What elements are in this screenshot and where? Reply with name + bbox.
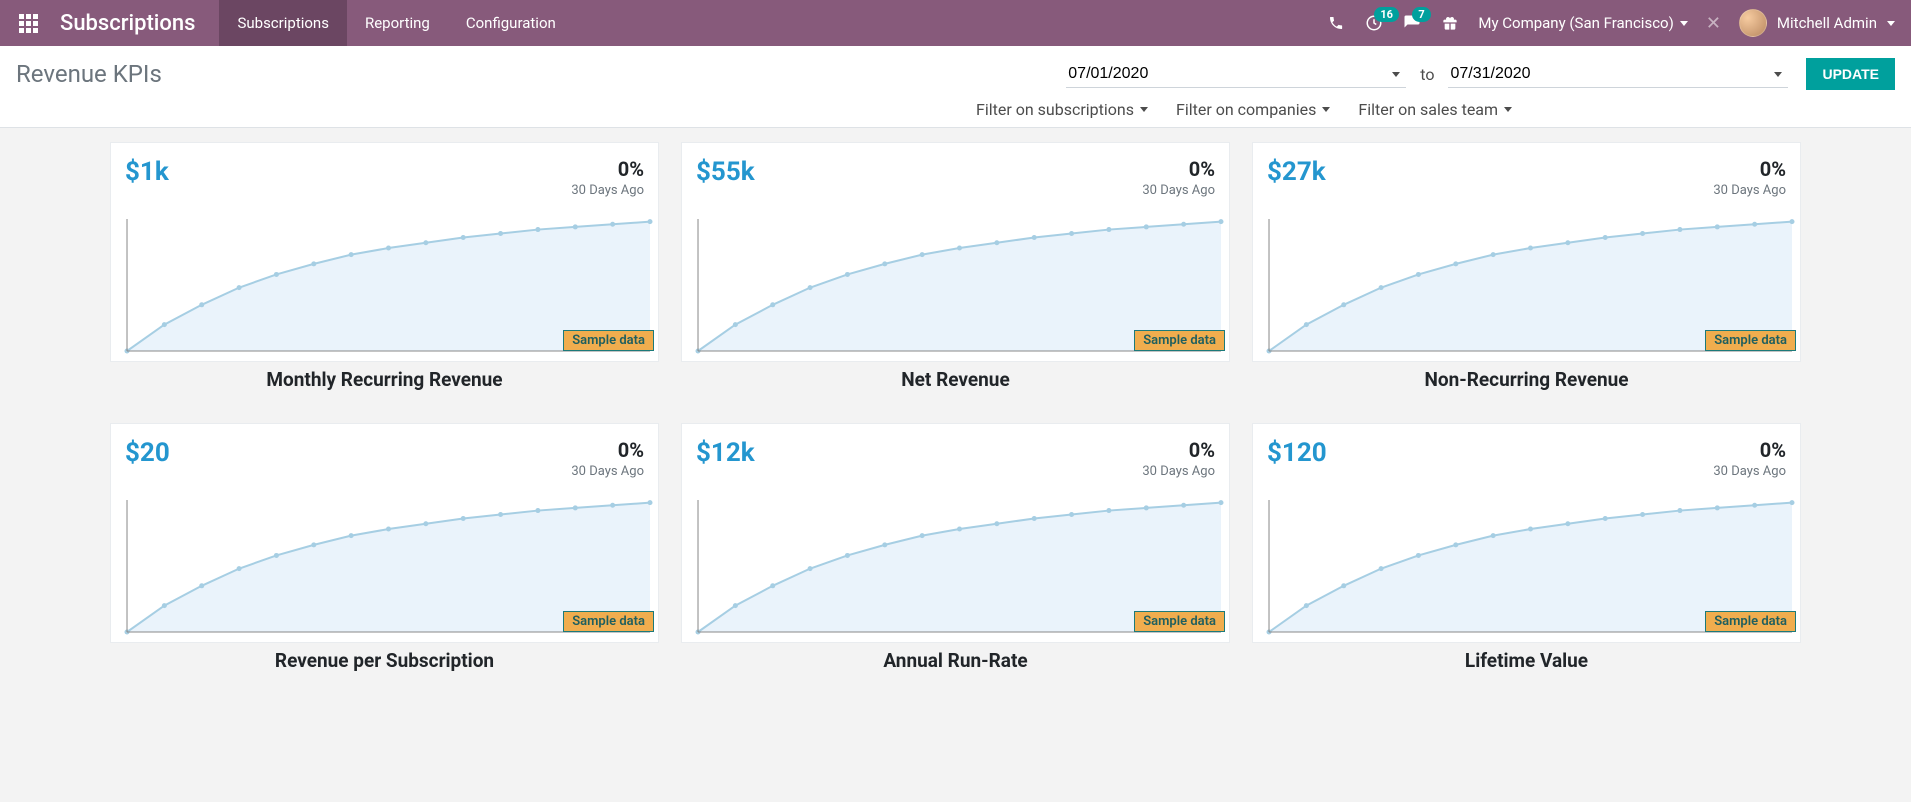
page-title: Revenue KPIs — [16, 60, 162, 88]
kpi-pct: 0% — [1713, 438, 1786, 462]
toolbar: Revenue KPIs to UPDATE Filter on subscri… — [0, 46, 1911, 128]
filter-sales-team[interactable]: Filter on sales team — [1358, 100, 1512, 119]
content: $1k 0% 30 Days Ago Sample data Monthly R… — [0, 128, 1911, 774]
kpi-value: $120 — [1267, 438, 1327, 468]
user-name: Mitchell Admin — [1777, 14, 1877, 32]
to-label: to — [1420, 65, 1434, 84]
sample-data-badge: Sample data — [1705, 611, 1796, 632]
kpi-sub: 30 Days Ago — [571, 464, 644, 479]
sample-data-badge: Sample data — [1134, 611, 1225, 632]
kpi-title: Monthly Recurring Revenue — [110, 368, 659, 391]
kpi-value: $20 — [125, 438, 170, 468]
kpi-card[interactable]: $1k 0% 30 Days Ago Sample data — [110, 142, 659, 362]
kpi-card[interactable]: $12k 0% 30 Days Ago Sample data — [681, 423, 1230, 643]
chevron-down-icon — [1322, 107, 1330, 112]
kpi-pct: 0% — [571, 157, 644, 181]
company-selector[interactable]: My Company (San Francisco) — [1478, 14, 1687, 32]
kpi-title: Revenue per Subscription — [110, 649, 659, 672]
update-button[interactable]: UPDATE — [1806, 58, 1895, 90]
activities-badge: 16 — [1374, 7, 1399, 22]
kpi-pct: 0% — [1142, 438, 1215, 462]
kpi-sub: 30 Days Ago — [1142, 183, 1215, 198]
date-from-input[interactable] — [1066, 61, 1406, 88]
kpi-sub: 30 Days Ago — [571, 183, 644, 198]
kpi-value: $12k — [696, 438, 755, 468]
kpi-title: Net Revenue — [681, 368, 1230, 391]
chevron-down-icon — [1680, 21, 1688, 26]
kpi-sub: 30 Days Ago — [1713, 464, 1786, 479]
kpi-title: Annual Run-Rate — [681, 649, 1230, 672]
phone-icon[interactable] — [1326, 13, 1346, 33]
avatar — [1739, 9, 1767, 37]
kpi-card[interactable]: $55k 0% 30 Days Ago Sample data — [681, 142, 1230, 362]
date-to-input[interactable] — [1448, 61, 1788, 88]
nav-tab-subscriptions[interactable]: Subscriptions — [219, 0, 346, 46]
sample-data-badge: Sample data — [1705, 330, 1796, 351]
gift-icon[interactable] — [1440, 13, 1460, 33]
kpi-sub: 30 Days Ago — [1142, 464, 1215, 479]
chevron-down-icon — [1504, 107, 1512, 112]
filter-companies[interactable]: Filter on companies — [1176, 100, 1330, 119]
chevron-down-icon — [1887, 21, 1895, 26]
messages-icon[interactable]: 7 — [1402, 13, 1422, 33]
kpi-title: Lifetime Value — [1252, 649, 1801, 672]
kpi-card[interactable]: $120 0% 30 Days Ago Sample data — [1252, 423, 1801, 643]
kpi-pct: 0% — [1713, 157, 1786, 181]
kpi-pct: 0% — [1142, 157, 1215, 181]
kpi-pct: 0% — [571, 438, 644, 462]
apps-icon[interactable] — [16, 11, 40, 35]
filter-subscriptions[interactable]: Filter on subscriptions — [976, 100, 1148, 119]
activities-icon[interactable]: 16 — [1364, 13, 1384, 33]
kpi-sub: 30 Days Ago — [1713, 183, 1786, 198]
sample-data-badge: Sample data — [563, 330, 654, 351]
kpi-value: $55k — [696, 157, 755, 187]
chevron-down-icon — [1140, 107, 1148, 112]
company-name: My Company (San Francisco) — [1478, 14, 1673, 32]
kpi-value: $1k — [125, 157, 169, 187]
nav-tab-configuration[interactable]: Configuration — [448, 0, 574, 46]
sample-data-badge: Sample data — [563, 611, 654, 632]
nav-tab-reporting[interactable]: Reporting — [347, 0, 448, 46]
kpi-value: $27k — [1267, 157, 1326, 187]
kpi-card[interactable]: $27k 0% 30 Days Ago Sample data — [1252, 142, 1801, 362]
kpi-title: Non-Recurring Revenue — [1252, 368, 1801, 391]
close-icon[interactable]: ✕ — [1706, 13, 1721, 34]
kpi-grid: $1k 0% 30 Days Ago Sample data Monthly R… — [110, 142, 1801, 682]
app-brand: Subscriptions — [60, 11, 195, 36]
navbar: Subscriptions Subscriptions Reporting Co… — [0, 0, 1911, 46]
user-menu[interactable]: Mitchell Admin — [1739, 9, 1895, 37]
sample-data-badge: Sample data — [1134, 330, 1225, 351]
messages-badge: 7 — [1412, 7, 1430, 22]
kpi-card[interactable]: $20 0% 30 Days Ago Sample data — [110, 423, 659, 643]
